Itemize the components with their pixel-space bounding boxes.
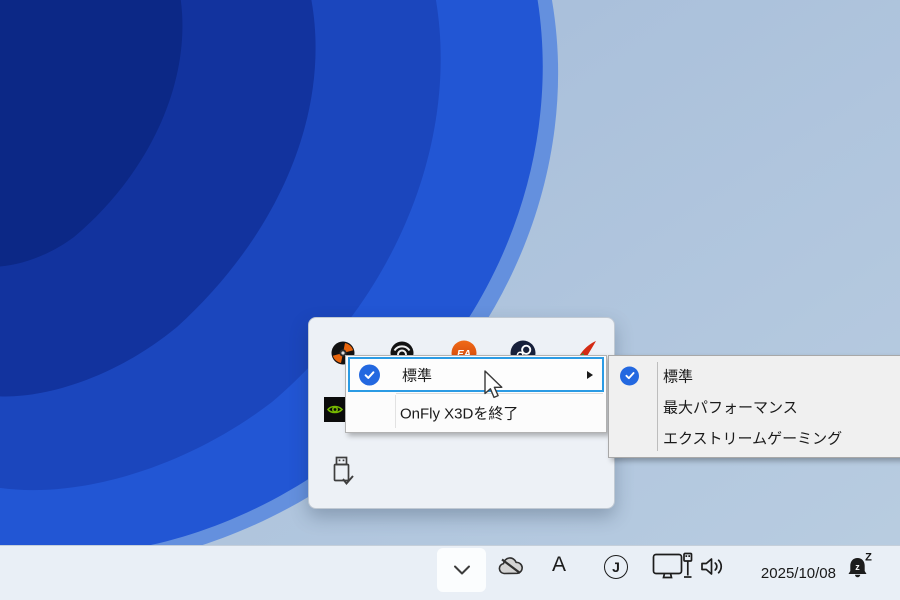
wallpaper-bloom [0, 0, 900, 600]
submenu-item-label: エクストリームゲーミング [663, 427, 842, 448]
do-not-disturb-bell-icon[interactable]: z Z [844, 551, 874, 585]
taskbar: A J [0, 545, 900, 600]
check-icon [359, 364, 380, 385]
submenu-item-standard[interactable]: 標準 [610, 360, 900, 391]
chevron-down-icon [450, 560, 474, 580]
volume-icon[interactable] [700, 555, 726, 578]
tray-app-j-letter: J [612, 559, 620, 575]
hidden-icons-chevron-button[interactable] [437, 548, 486, 592]
menu-item-label: OnFly X3Dを終了 [400, 403, 518, 424]
date-text: 2025/10/08 [761, 565, 836, 582]
submenu-item-max-performance[interactable]: 最大パフォーマンス [610, 391, 900, 422]
check-icon [620, 366, 639, 385]
menu-item-standard[interactable]: 標準 [348, 357, 604, 392]
submenu-item-label: 標準 [663, 365, 693, 386]
submenu-arrow-icon [587, 371, 593, 379]
onedrive-offline-cloud-icon[interactable] [496, 556, 524, 578]
tray-app-j-icon[interactable]: J [604, 555, 628, 579]
taskbar-clock[interactable]: 2025/10/08 [732, 546, 836, 600]
svg-text:Z: Z [865, 552, 872, 564]
context-menu: 標準 OnFly X3Dを終了 [345, 355, 607, 433]
ethernet-network-icon[interactable] [652, 552, 694, 580]
ime-mode-indicator[interactable]: A [546, 553, 572, 577]
svg-text:z: z [855, 562, 860, 572]
submenu-item-extreme-gaming[interactable]: エクストリームゲーミング [610, 422, 900, 453]
submenu-item-label: 最大パフォーマンス [663, 396, 798, 417]
profile-submenu: 標準 最大パフォーマンス エクストリームゲーミング [608, 355, 900, 458]
nvidia-settings-icon[interactable] [324, 397, 346, 422]
mouse-cursor [484, 370, 508, 402]
menu-item-exit[interactable]: OnFly X3Dを終了 [348, 395, 604, 431]
menu-item-label: 標準 [402, 364, 432, 385]
desktop: EA [0, 0, 900, 600]
usb-safely-remove-icon[interactable] [330, 456, 356, 488]
